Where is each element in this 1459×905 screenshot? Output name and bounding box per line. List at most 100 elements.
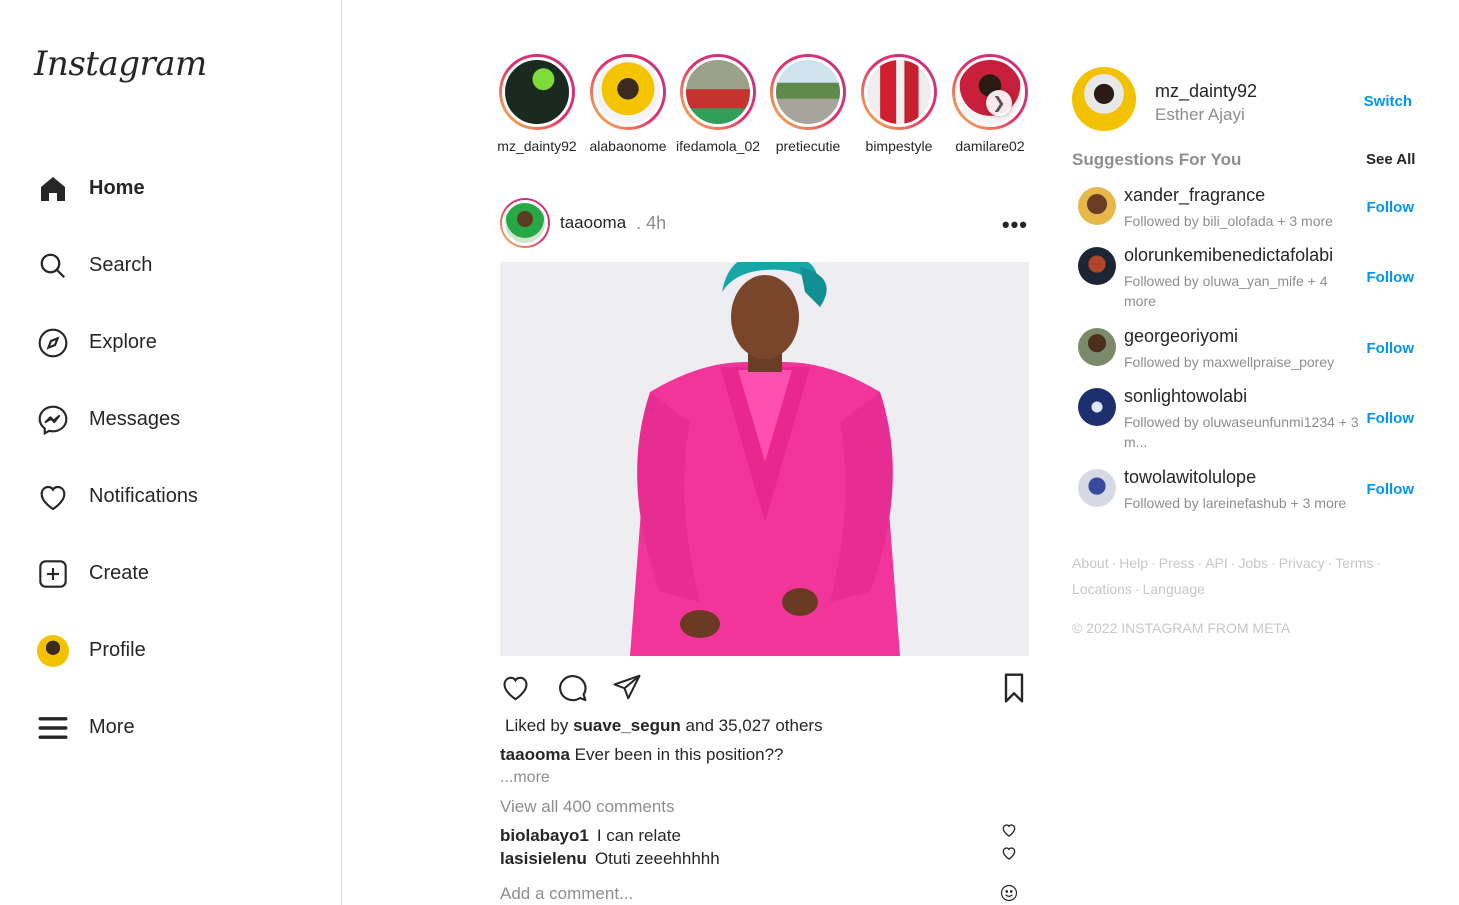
footer-link-api[interactable]: API (1205, 555, 1228, 571)
avatar[interactable] (1078, 247, 1116, 285)
stories-tray: mz_dainty92 alabaonome ifedamola_02 pret… (494, 54, 1030, 164)
post-header: taaooma . 4h ••• (500, 198, 1030, 248)
post-image[interactable] (500, 262, 1029, 656)
sidebar-item-create[interactable]: Create (36, 535, 198, 612)
story-username: pretiecutie (775, 138, 841, 154)
story-item[interactable]: pretiecutie (763, 54, 853, 154)
home-icon (36, 172, 70, 206)
suggestion-username[interactable]: olorunkemibenedictafolabi (1124, 245, 1333, 266)
comment-row: biolabayo1 I can relate (500, 826, 681, 846)
suggestion-followed-by: Followed by oluwaseunfunmi1234 + 3 m... (1124, 414, 1359, 450)
comment-like-heart-icon[interactable] (1001, 845, 1017, 861)
suggestion-followed-by: Followed by bili_olofada + 3 more (1124, 213, 1333, 229)
avatar[interactable] (1078, 469, 1116, 507)
emoji-icon[interactable] (1000, 884, 1018, 902)
current-username[interactable]: mz_dainty92 (1155, 81, 1257, 102)
caption-text: Ever been in this position?? (574, 745, 784, 764)
caption-more-link[interactable]: ...more (500, 769, 550, 787)
story-item[interactable]: ifedamola_02 (673, 54, 763, 154)
instagram-logo[interactable]: Instagram (34, 44, 207, 84)
likes-count[interactable]: and 35,027 others (686, 716, 823, 735)
suggestion-username[interactable]: georgeoriyomi (1124, 326, 1238, 347)
avatar[interactable] (1072, 67, 1136, 131)
current-full-name: Esther Ajayi (1155, 105, 1245, 124)
caption-username[interactable]: taaooma (500, 745, 570, 764)
follow-button[interactable]: Follow (1367, 199, 1415, 216)
suggestion-followed-by: Followed by oluwa_yan_mife + 4 more (1124, 273, 1328, 309)
view-all-comments-link[interactable]: View all 400 comments (500, 797, 675, 817)
story-item[interactable]: bimpestyle (854, 54, 944, 154)
bookmark-icon[interactable] (1000, 672, 1032, 704)
search-icon (36, 249, 70, 283)
follow-button[interactable]: Follow (1367, 269, 1415, 286)
comment-username[interactable]: lasisielenu (500, 849, 587, 868)
switch-account-button[interactable]: Switch (1364, 93, 1412, 110)
comment-username[interactable]: biolabayo1 (500, 826, 589, 845)
sidebar: Instagram Home Search Explore Messages N… (0, 0, 342, 905)
footer-link-about[interactable]: About (1072, 555, 1109, 571)
footer-links: About · Help · Press · API · Jobs · Privacy · Terms ·… (1072, 555, 1382, 597)
post-caption: taaooma Ever been in this position?? (500, 745, 784, 765)
footer-link-privacy[interactable]: Privacy (1279, 555, 1325, 571)
sidebar-item-profile[interactable]: Profile (36, 612, 198, 689)
sidebar-item-label: More (89, 716, 135, 738)
avatar[interactable] (1078, 328, 1116, 366)
post-username[interactable]: taaooma (560, 213, 626, 233)
comment-like-heart-icon[interactable] (1001, 822, 1017, 838)
sidebar-item-label: Profile (89, 639, 146, 661)
compass-icon (36, 326, 70, 360)
sidebar-item-label: Create (89, 562, 150, 584)
copyright: © 2022 INSTAGRAM FROM META (1072, 620, 1291, 636)
sidebar-item-notifications[interactable]: Notifications (36, 458, 198, 535)
liked-by-user[interactable]: suave_segun (573, 716, 681, 735)
footer-link-language[interactable]: Language (1143, 581, 1205, 597)
plus-square-icon (36, 557, 70, 591)
more-options-icon[interactable]: ••• (1002, 212, 1028, 238)
suggestion-followed-by: Followed by lareinefashub + 3 more (1124, 495, 1347, 511)
avatar[interactable] (1078, 187, 1116, 225)
sidebar-nav: Home Search Explore Messages Notificatio… (36, 150, 198, 766)
hamburger-icon (36, 711, 70, 745)
sidebar-item-more[interactable]: More (36, 689, 198, 766)
sidebar-item-home[interactable]: Home (36, 150, 198, 227)
sidebar-item-label: Messages (89, 408, 181, 430)
follow-button[interactable]: Follow (1367, 340, 1415, 357)
messenger-icon (36, 403, 70, 437)
sidebar-item-label: Search (89, 254, 153, 276)
post-timestamp: . 4h (636, 212, 667, 233)
chevron-right-icon[interactable]: ❯ (986, 90, 1012, 116)
see-all-link[interactable]: See All (1366, 151, 1415, 168)
comment-text: I can relate (596, 826, 681, 845)
current-user-card: mz_dainty92 Esther Ajayi Switch (1072, 67, 1414, 131)
add-comment-input[interactable]: Add a comment... (500, 884, 633, 904)
sidebar-item-search[interactable]: Search (36, 227, 198, 304)
post-avatar[interactable] (500, 198, 550, 248)
story-username: ifedamola_02 (675, 138, 761, 154)
likes-prefix: Liked by (505, 716, 569, 735)
follow-button[interactable]: Follow (1367, 410, 1415, 427)
comment-text: Otuti zeeehhhhh (594, 849, 720, 868)
like-heart-icon[interactable] (500, 672, 532, 704)
comment-row: lasisielenu Otuti zeeehhhhh (500, 849, 720, 869)
suggestions-title: Suggestions For You (1072, 150, 1242, 169)
footer-link-press[interactable]: Press (1159, 555, 1195, 571)
avatar[interactable] (1078, 388, 1116, 426)
footer-link-terms[interactable]: Terms (1335, 555, 1373, 571)
suggestion-followed-by: Followed by maxwellpraise_porey (1124, 354, 1335, 370)
follow-button[interactable]: Follow (1367, 481, 1415, 498)
comment-icon[interactable] (556, 672, 588, 704)
footer-link-help[interactable]: Help (1119, 555, 1148, 571)
story-item[interactable]: mz_dainty92 (492, 54, 582, 154)
share-icon[interactable] (612, 672, 644, 704)
suggestion-username[interactable]: sonlightowolabi (1124, 386, 1247, 407)
sidebar-item-explore[interactable]: Explore (36, 304, 198, 381)
suggestion-username[interactable]: xander_fragrance (1124, 185, 1265, 206)
sidebar-item-label: Home (89, 177, 145, 199)
story-username: alabaonome (589, 138, 667, 154)
suggestion-username[interactable]: towolawitolulope (1124, 467, 1256, 488)
footer-link-locations[interactable]: Locations (1072, 581, 1132, 597)
sidebar-item-label: Explore (89, 331, 157, 353)
sidebar-item-messages[interactable]: Messages (36, 381, 198, 458)
footer-link-jobs[interactable]: Jobs (1238, 555, 1268, 571)
story-item[interactable]: alabaonome (583, 54, 673, 154)
